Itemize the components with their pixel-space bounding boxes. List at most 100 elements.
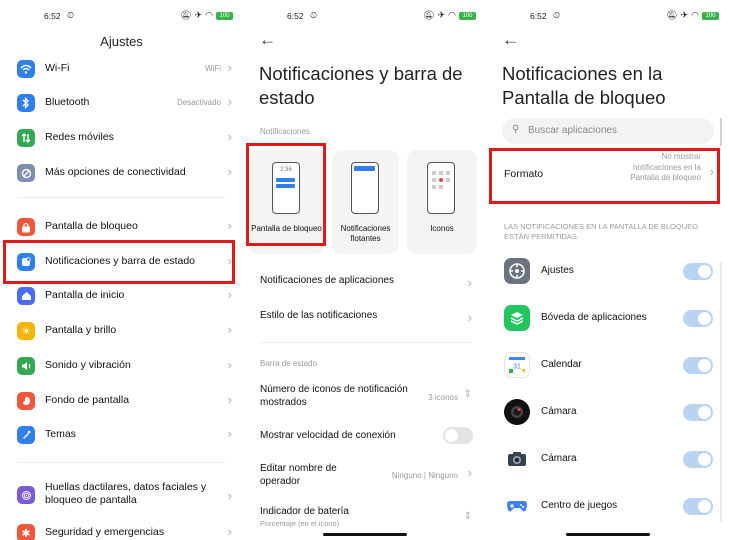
emergency-icon: ✱ <box>17 524 35 540</box>
wifi-icon <box>17 60 35 78</box>
notification-style-row[interactable]: Estilo de las notificaciones › <box>260 310 472 325</box>
app-row-settings: Ajustes <box>486 252 729 292</box>
app-toggle[interactable] <box>683 404 713 421</box>
gamepad-icon <box>504 493 530 519</box>
calendar-icon: 31 <box>504 352 530 378</box>
settings-item-value: WiFi <box>205 64 221 73</box>
row-label: Editar nombre de operador <box>260 463 337 487</box>
search-input[interactable]: ⚲ Buscar aplicaciones <box>502 118 714 144</box>
divider <box>17 462 225 463</box>
settings-item-label: Wi-Fi <box>45 62 70 74</box>
status-bar: 6:52 ⏲ 🔕︎ ✈ ◠ 100 <box>0 10 243 24</box>
operator-name-row[interactable]: Editar nombre de operador Ninguno | Ning… <box>260 462 472 488</box>
settings-item-label: Pantalla y brillo <box>45 324 117 336</box>
alarm-icon: ⏲ <box>553 10 561 20</box>
settings-item-bluetooth[interactable]: Bluetooth Desactivado › <box>0 86 243 120</box>
settings-item-value: Desactivado <box>176 98 221 107</box>
brightness-icon: ☀ <box>17 322 35 340</box>
settings-item-label: Huellas dactilares, datos faciales y blo… <box>45 481 207 506</box>
lock-icon <box>17 218 35 236</box>
status-icons: 🔕︎ ✈ ◠ 100 <box>423 10 476 21</box>
card-label: Iconos <box>430 224 454 233</box>
chevron-right-icon: › <box>467 310 472 325</box>
row-value: Ninguno | Ninguno <box>391 471 458 480</box>
wifi-status-icon: ◠ <box>205 10 213 20</box>
search-placeholder: Buscar aplicaciones <box>528 125 617 136</box>
card-floating-notifications[interactable]: Notificaciones flotantes <box>332 150 399 254</box>
chevron-right-icon: › <box>467 275 472 290</box>
card-label: Notificaciones flotantes <box>340 224 391 243</box>
divider <box>17 197 225 198</box>
phone-illustration-icon <box>351 162 379 214</box>
settings-item-label: Fondo de pantalla <box>45 394 130 406</box>
alarm-icon: ⏲ <box>67 10 75 20</box>
chevron-right-icon: › <box>227 60 232 75</box>
camera-icon <box>504 446 530 472</box>
mute-icon: 🔕︎ <box>666 10 678 20</box>
chevron-right-icon: › <box>227 392 232 407</box>
app-row-camera-2: Cámara <box>486 440 729 480</box>
sound-icon <box>17 357 35 375</box>
settings-item-themes[interactable]: Temas › <box>0 418 243 452</box>
settings-item-label: Más opciones de conectividad <box>45 166 186 178</box>
settings-item-emergency[interactable]: ✱ Seguridad y emergencias › <box>0 518 243 540</box>
bluetooth-icon <box>17 94 35 112</box>
settings-item-lock-screen[interactable]: Pantalla de bloqueo › <box>0 210 243 244</box>
settings-item-label: Redes móviles <box>45 131 114 143</box>
settings-item-wallpaper[interactable]: Fondo de pantalla › <box>0 384 243 418</box>
section-label: Notificaciones <box>260 127 310 136</box>
airplane-icon: ✈ <box>194 10 203 20</box>
scrollbar[interactable] <box>720 118 722 146</box>
app-label: Bóveda de aplicaciones <box>541 312 647 323</box>
settings-item-label: Temas <box>45 428 76 440</box>
settings-item-connectivity[interactable]: Más opciones de conectividad › <box>0 156 243 190</box>
app-label: Cámara <box>541 406 577 417</box>
back-arrow-icon[interactable]: ← <box>259 30 276 50</box>
divider <box>260 342 472 343</box>
app-toggle[interactable] <box>683 263 713 280</box>
app-toggle[interactable] <box>683 498 713 515</box>
fingerprint-icon <box>17 486 35 504</box>
airplane-icon: ✈ <box>680 10 689 20</box>
highlight-box <box>3 240 235 284</box>
card-icons[interactable]: Iconos <box>407 150 477 254</box>
chevron-right-icon: › <box>227 322 232 337</box>
settings-item-mobile-networks[interactable]: Redes móviles › <box>0 121 243 155</box>
app-row-app-vault: Bóveda de aplicaciones <box>486 299 729 339</box>
lock-screen-notifications-screen: 6:52 ⏲ 🔕︎ ✈ ◠ 100 ← Notificaciones en la… <box>486 0 729 540</box>
search-icon: ⚲ <box>512 124 520 135</box>
updown-chevron-icon: ⇕ <box>463 511 472 522</box>
chevron-right-icon: › <box>227 129 232 144</box>
highlight-box <box>246 143 326 246</box>
settings-item-label: Seguridad y emergencias <box>45 526 165 538</box>
battery-icon: 100 <box>216 11 233 20</box>
app-vault-icon <box>504 305 530 331</box>
chevron-right-icon: › <box>227 218 232 233</box>
app-row-calendar: 31 Calendar <box>486 346 729 386</box>
settings-item-biometrics[interactable]: Huellas dactilares, datos faciales y blo… <box>0 478 243 514</box>
home-indicator[interactable] <box>323 533 407 536</box>
icon-count-row[interactable]: Número de iconos de notificación mostrad… <box>260 383 472 409</box>
connection-speed-row[interactable]: Mostrar velocidad de conexión <box>260 427 473 444</box>
settings-item-label: Pantalla de inicio <box>45 289 125 301</box>
battery-indicator-row[interactable]: Indicador de batería Porcentaje (en el i… <box>260 506 472 528</box>
section-label: Barra de estado <box>260 359 317 368</box>
back-arrow-icon[interactable]: ← <box>502 30 519 50</box>
settings-item-sound[interactable]: Sonido y vibración › <box>0 349 243 383</box>
app-toggle[interactable] <box>683 310 713 327</box>
app-toggle[interactable] <box>683 357 713 374</box>
mute-icon: 🔕︎ <box>423 10 435 20</box>
home-indicator[interactable] <box>566 533 650 536</box>
settings-item-display[interactable]: ☀ Pantalla y brillo › <box>0 314 243 348</box>
row-label: Número de iconos de notificación mostrad… <box>260 384 408 408</box>
connection-speed-toggle[interactable] <box>443 427 473 444</box>
settings-item-label: Pantalla de bloqueo <box>45 220 138 232</box>
app-notifications-row[interactable]: Notificaciones de aplicaciones › <box>260 275 472 290</box>
mute-icon: 🔕︎ <box>180 10 192 20</box>
camera-icon <box>504 399 530 425</box>
wallpaper-icon <box>17 392 35 410</box>
settings-item-home-screen[interactable]: Pantalla de inicio › <box>0 279 243 313</box>
home-icon <box>17 287 35 305</box>
settings-item-wifi[interactable]: Wi-Fi WiFi › <box>0 52 243 86</box>
app-toggle[interactable] <box>683 451 713 468</box>
